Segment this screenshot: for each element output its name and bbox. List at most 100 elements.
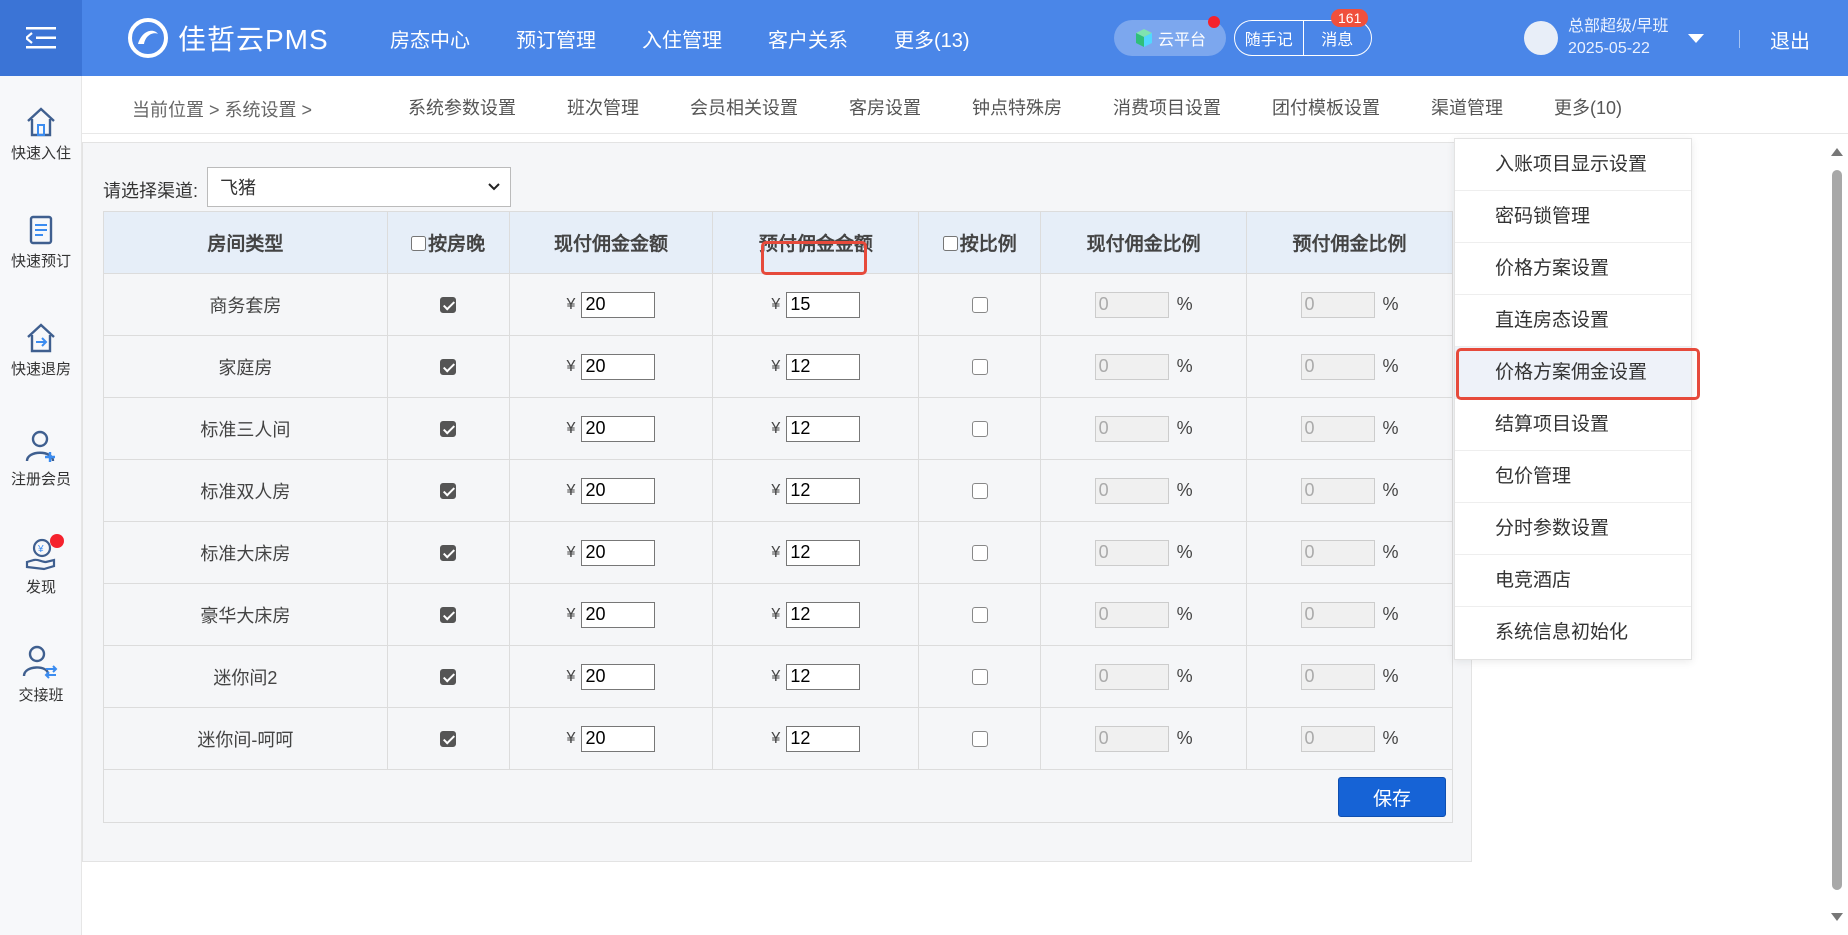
nav-reservation[interactable]: 预订管理 bbox=[516, 24, 596, 53]
tab-room[interactable]: 客房设置 bbox=[849, 94, 921, 120]
by-ratio-cell bbox=[918, 397, 1042, 460]
scrollbar[interactable] bbox=[1828, 142, 1848, 927]
by-night-checkbox[interactable] bbox=[440, 359, 457, 376]
tab-channel[interactable]: 渠道管理 bbox=[1431, 94, 1503, 120]
sidebar-item-quick-checkout[interactable]: 快速退房 bbox=[0, 322, 82, 379]
cloud-platform-label: 云平台 bbox=[1157, 32, 1206, 49]
menu-toggle-button[interactable] bbox=[0, 0, 82, 76]
brand-name: 佳哲云PMS bbox=[178, 24, 329, 55]
tab-shift[interactable]: 班次管理 bbox=[567, 94, 639, 120]
dropdown-item[interactable]: 包价管理 bbox=[1455, 451, 1691, 503]
channel-label: 请选择渠道: bbox=[103, 181, 199, 201]
prepaid-amount-input[interactable] bbox=[786, 601, 861, 628]
percent-symbol: % bbox=[1176, 418, 1193, 438]
by-night-checkbox[interactable] bbox=[440, 297, 457, 314]
percent-symbol: % bbox=[1382, 294, 1399, 314]
tab-hourly[interactable]: 钟点特殊房 bbox=[972, 94, 1062, 120]
dropdown-item[interactable]: 分时参数设置 bbox=[1455, 503, 1691, 555]
by-night-cell bbox=[386, 335, 510, 398]
prepaid-amount-input[interactable] bbox=[786, 291, 861, 318]
cash-amount-input[interactable] bbox=[581, 725, 656, 752]
channel-select[interactable]: 飞猪 bbox=[207, 167, 511, 207]
avatar bbox=[1524, 21, 1558, 55]
sidebar-item-handover[interactable]: 交接班 bbox=[0, 644, 82, 705]
prepaid-ratio-cell: % bbox=[1246, 521, 1453, 584]
user-menu[interactable]: 总部超级/早班 2025-05-22 bbox=[1524, 16, 1705, 60]
by-ratio-cell bbox=[918, 521, 1042, 584]
by-ratio-checkbox[interactable] bbox=[971, 731, 988, 748]
by-night-checkbox[interactable] bbox=[440, 545, 457, 562]
scrollbar-thumb[interactable] bbox=[1832, 170, 1842, 890]
sidebar-item-register-member[interactable]: 注册会员 bbox=[0, 428, 82, 489]
prepaid-amount-input[interactable] bbox=[786, 477, 861, 504]
currency-symbol: ¥ bbox=[771, 295, 781, 313]
tab-group-template[interactable]: 团付模板设置 bbox=[1272, 94, 1380, 120]
room-type-cell: 标准双人房 bbox=[103, 459, 388, 522]
cloud-platform-button[interactable]: 云平台 bbox=[1114, 16, 1226, 56]
by-ratio-checkbox[interactable] bbox=[971, 359, 988, 376]
nav-more[interactable]: 更多(13) bbox=[894, 24, 970, 53]
memo-button[interactable]: 随手记 bbox=[1235, 21, 1303, 55]
sidebar-item-quick-booking[interactable]: 快速预订 bbox=[0, 214, 82, 271]
cash-ratio-input bbox=[1094, 539, 1169, 566]
tab-consumption[interactable]: 消费项目设置 bbox=[1113, 94, 1221, 120]
cash-amount-input[interactable] bbox=[581, 415, 656, 442]
prepaid-amount-input[interactable] bbox=[786, 725, 861, 752]
brand-logo[interactable]: 佳哲云PMS bbox=[128, 18, 329, 58]
dropdown-item[interactable]: 结算项目设置 bbox=[1455, 399, 1691, 451]
tab-system-params[interactable]: 系统参数设置 bbox=[408, 94, 516, 120]
top-bar: 佳哲云PMS 房态中心 预订管理 入住管理 客户关系 更多(13) 云平台 随手… bbox=[0, 0, 1848, 76]
cash-amount-input[interactable] bbox=[581, 663, 656, 690]
by-night-checkbox[interactable] bbox=[440, 669, 457, 686]
by-night-checkbox[interactable] bbox=[440, 607, 457, 624]
by-ratio-all-checkbox[interactable] bbox=[942, 236, 958, 251]
cash-amount-input[interactable] bbox=[581, 353, 656, 380]
prepaid-ratio-cell: % bbox=[1246, 459, 1453, 522]
checkout-icon bbox=[27, 323, 55, 353]
by-ratio-checkbox[interactable] bbox=[971, 421, 988, 438]
by-ratio-cell bbox=[918, 707, 1042, 770]
dropdown-item[interactable]: 价格方案设置 bbox=[1455, 243, 1691, 295]
chevron-down-icon[interactable] bbox=[1688, 33, 1705, 43]
by-ratio-checkbox[interactable] bbox=[971, 297, 988, 314]
dropdown-item[interactable]: 系统信息初始化 bbox=[1455, 607, 1691, 659]
scroll-up-icon[interactable] bbox=[1831, 148, 1843, 156]
by-ratio-checkbox[interactable] bbox=[971, 669, 988, 686]
cash-amount-cell: ¥ bbox=[508, 397, 714, 460]
dropdown-item[interactable]: 密码锁管理 bbox=[1455, 191, 1691, 243]
save-button[interactable]: 保存 bbox=[1338, 777, 1446, 817]
cash-amount-input[interactable] bbox=[581, 291, 656, 318]
tab-member[interactable]: 会员相关设置 bbox=[690, 94, 798, 120]
dropdown-item[interactable]: 电竞酒店 bbox=[1455, 555, 1691, 607]
nav-room-status[interactable]: 房态中心 bbox=[390, 24, 470, 53]
dropdown-item[interactable]: 直连房态设置 bbox=[1455, 295, 1691, 347]
nav-checkin[interactable]: 入住管理 bbox=[642, 24, 722, 53]
prepaid-ratio-input bbox=[1300, 415, 1375, 442]
nav-crm[interactable]: 客户关系 bbox=[768, 24, 848, 53]
dropdown-item[interactable]: 入账项目显示设置 bbox=[1455, 139, 1691, 191]
logout-button[interactable]: 退出 bbox=[1770, 25, 1810, 54]
scroll-down-icon[interactable] bbox=[1831, 913, 1843, 921]
by-ratio-checkbox[interactable] bbox=[971, 483, 988, 500]
prepaid-amount-input[interactable] bbox=[786, 353, 861, 380]
cash-amount-input[interactable] bbox=[581, 601, 656, 628]
by-night-checkbox[interactable] bbox=[440, 483, 457, 500]
cash-ratio-input bbox=[1094, 477, 1169, 504]
sidebar-item-discover[interactable]: ¥ 发现 bbox=[0, 534, 82, 597]
cash-amount-input[interactable] bbox=[581, 539, 656, 566]
tab-more[interactable]: 更多(10) bbox=[1554, 94, 1622, 120]
prepaid-amount-input[interactable] bbox=[786, 415, 861, 442]
by-night-all-checkbox[interactable] bbox=[411, 236, 427, 251]
by-night-checkbox[interactable] bbox=[440, 421, 457, 438]
col-by-night: 按房晚 bbox=[386, 211, 510, 274]
by-ratio-checkbox[interactable] bbox=[971, 607, 988, 624]
by-ratio-checkbox[interactable] bbox=[971, 545, 988, 562]
cash-amount-input[interactable] bbox=[581, 477, 656, 504]
prepaid-ratio-input bbox=[1300, 477, 1375, 504]
by-night-checkbox[interactable] bbox=[440, 731, 457, 748]
prepaid-amount-input[interactable] bbox=[786, 539, 861, 566]
prepaid-amount-cell: ¥ bbox=[712, 397, 920, 460]
prepaid-amount-input[interactable] bbox=[786, 663, 861, 690]
sidebar-item-quick-checkin[interactable]: 快速入住 bbox=[0, 106, 82, 163]
add-user-icon bbox=[25, 430, 55, 462]
